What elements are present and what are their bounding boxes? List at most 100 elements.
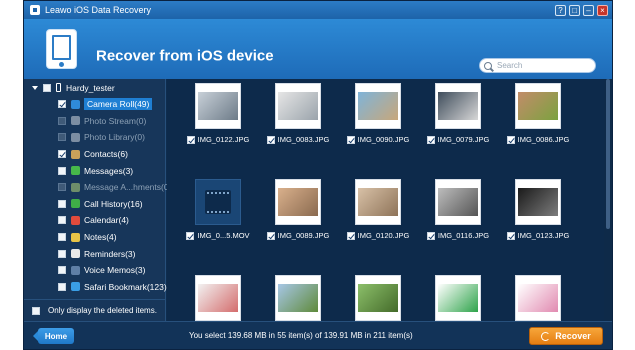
category-checkbox[interactable]	[58, 249, 66, 258]
photo-thumbnail[interactable]	[435, 275, 481, 321]
sidebar-item-photo-library[interactable]: Photo Library(0)	[24, 129, 165, 146]
photo-thumbnail[interactable]	[275, 83, 321, 129]
photo-grid: IMG_0122.JPG IMG_0083.JPG IMG_0090.JPG IMG_…	[167, 79, 604, 321]
photo-tile[interactable]	[341, 275, 415, 321]
photo-tile[interactable]: IMG_0086.JPG	[501, 83, 575, 163]
category-checkbox[interactable]	[58, 133, 66, 142]
ios-device-icon	[46, 29, 77, 69]
deleted-filter[interactable]: Only display the deleted items.	[24, 299, 166, 321]
device-node[interactable]: Hardy_tester	[24, 79, 165, 96]
photo-thumbnail[interactable]	[275, 179, 321, 225]
category-checkbox[interactable]	[58, 233, 66, 242]
category-checkbox[interactable]	[58, 266, 66, 275]
photo-tile[interactable]: IMG_0122.JPG	[181, 83, 255, 163]
recover-button[interactable]: Recover	[529, 327, 603, 345]
search-box[interactable]	[479, 58, 596, 73]
sidebar-item-call-history[interactable]: Call History(16)	[24, 196, 165, 213]
photo-thumbnail[interactable]	[515, 179, 561, 225]
photo-tile[interactable]: IMG_0123.JPG	[501, 179, 575, 259]
photo-thumbnail[interactable]	[355, 179, 401, 225]
photo-tile[interactable]	[501, 275, 575, 321]
grid-scrollbar[interactable]	[604, 79, 612, 321]
close-button[interactable]: ×	[597, 4, 608, 16]
photo-thumbnail[interactable]	[435, 179, 481, 225]
sidebar-item-label: Photo Stream(0)	[84, 115, 147, 126]
file-label: IMG_0116.JPG	[421, 231, 495, 240]
photo-thumbnail[interactable]	[195, 83, 241, 129]
page-title: Recover from iOS device	[96, 47, 274, 65]
file-checkbox[interactable]	[266, 231, 275, 240]
recover-label: Recover	[555, 331, 591, 341]
photo-tile[interactable]: IMG_0090.JPG	[341, 83, 415, 163]
camera-roll-icon	[71, 99, 80, 109]
file-checkbox[interactable]	[186, 135, 195, 144]
category-checkbox[interactable]	[58, 116, 66, 125]
photo-tile[interactable]: IMG_0089.JPG	[261, 179, 335, 259]
sidebar-item-voice-memos[interactable]: Voice Memos(3)	[24, 262, 165, 279]
video-tile[interactable]: IMG_0...5.MOV	[181, 179, 255, 259]
photo-tile[interactable]: IMG_0116.JPG	[421, 179, 495, 259]
device-checkbox[interactable]	[43, 83, 51, 92]
photo-tile[interactable]: IMG_0120.JPG	[341, 179, 415, 259]
category-checkbox[interactable]	[58, 150, 66, 159]
photo-tile[interactable]: IMG_0079.JPG	[421, 83, 495, 163]
photo-thumbnail[interactable]	[355, 83, 401, 129]
photo-thumbnail[interactable]	[515, 275, 561, 321]
file-checkbox[interactable]	[346, 135, 355, 144]
file-name: IMG_0123.JPG	[517, 231, 570, 240]
sidebar-item-messages[interactable]: Messages(3)	[24, 162, 165, 179]
photo-image	[518, 92, 558, 120]
photo-tile[interactable]	[261, 275, 335, 321]
file-checkbox[interactable]	[506, 135, 515, 144]
file-checkbox[interactable]	[186, 231, 195, 240]
sidebar-item-reminders[interactable]: Reminders(3)	[24, 245, 165, 262]
photo-thumbnail[interactable]	[515, 83, 561, 129]
category-checkbox[interactable]	[58, 100, 66, 109]
sidebar-item-label: Contacts(6)	[84, 149, 128, 160]
sidebar-item-message-attachments[interactable]: Message A...hments(0)	[24, 179, 171, 196]
sidebar-item-label: Call History(16)	[84, 198, 143, 209]
sidebar-item-camera-roll[interactable]: Camera Roll(49)	[24, 96, 165, 113]
file-checkbox[interactable]	[426, 135, 435, 144]
sidebar-item-label: Reminders(3)	[84, 248, 136, 259]
video-thumbnail[interactable]	[195, 179, 241, 225]
sidebar-item-calendar[interactable]: Calendar(4)	[24, 212, 165, 229]
photo-image	[278, 284, 318, 312]
category-checkbox[interactable]	[58, 216, 66, 225]
photo-tile[interactable]: IMG_0083.JPG	[261, 83, 335, 163]
menu-button[interactable]: □	[569, 4, 580, 16]
file-checkbox[interactable]	[426, 231, 435, 240]
photo-tile[interactable]	[421, 275, 495, 321]
file-name: IMG_0079.JPG	[437, 135, 490, 144]
photo-thumbnail[interactable]	[435, 83, 481, 129]
file-name: IMG_0...5.MOV	[197, 231, 250, 240]
file-checkbox[interactable]	[346, 231, 355, 240]
photo-thumbnail[interactable]	[195, 275, 241, 321]
minimize-button[interactable]: –	[583, 4, 594, 16]
sidebar-item-safari-bookmark[interactable]: Safari Bookmark(123)	[24, 279, 167, 296]
category-checkbox[interactable]	[58, 282, 66, 291]
expand-arrow-icon[interactable]	[32, 85, 38, 90]
scrollbar-thumb[interactable]	[606, 79, 610, 229]
category-checkbox[interactable]	[58, 199, 66, 208]
photo-thumbnail[interactable]	[355, 275, 401, 321]
photo-thumbnail[interactable]	[275, 275, 321, 321]
title-bar: Leawo iOS Data Recovery ? □ – ×	[24, 1, 612, 19]
photo-image	[518, 188, 558, 216]
sidebar-item-photo-stream[interactable]: Photo Stream(0)	[24, 113, 165, 130]
call-history-icon	[71, 199, 80, 209]
home-button[interactable]: Home	[33, 328, 74, 344]
deleted-only-checkbox[interactable]	[32, 306, 40, 315]
sidebar-item-notes[interactable]: Notes(4)	[24, 229, 165, 246]
search-input[interactable]	[497, 61, 587, 70]
file-checkbox[interactable]	[506, 231, 515, 240]
category-checkbox[interactable]	[58, 183, 66, 192]
category-list: Camera Roll(49) Photo Stream(0) Photo Libr…	[24, 96, 171, 296]
category-checkbox[interactable]	[58, 166, 66, 175]
sidebar-item-contacts[interactable]: Contacts(6)	[24, 146, 165, 163]
help-button[interactable]: ?	[555, 4, 566, 16]
photo-image	[518, 284, 558, 312]
file-name: IMG_0086.JPG	[517, 135, 570, 144]
file-checkbox[interactable]	[266, 135, 275, 144]
photo-tile[interactable]	[181, 275, 255, 321]
